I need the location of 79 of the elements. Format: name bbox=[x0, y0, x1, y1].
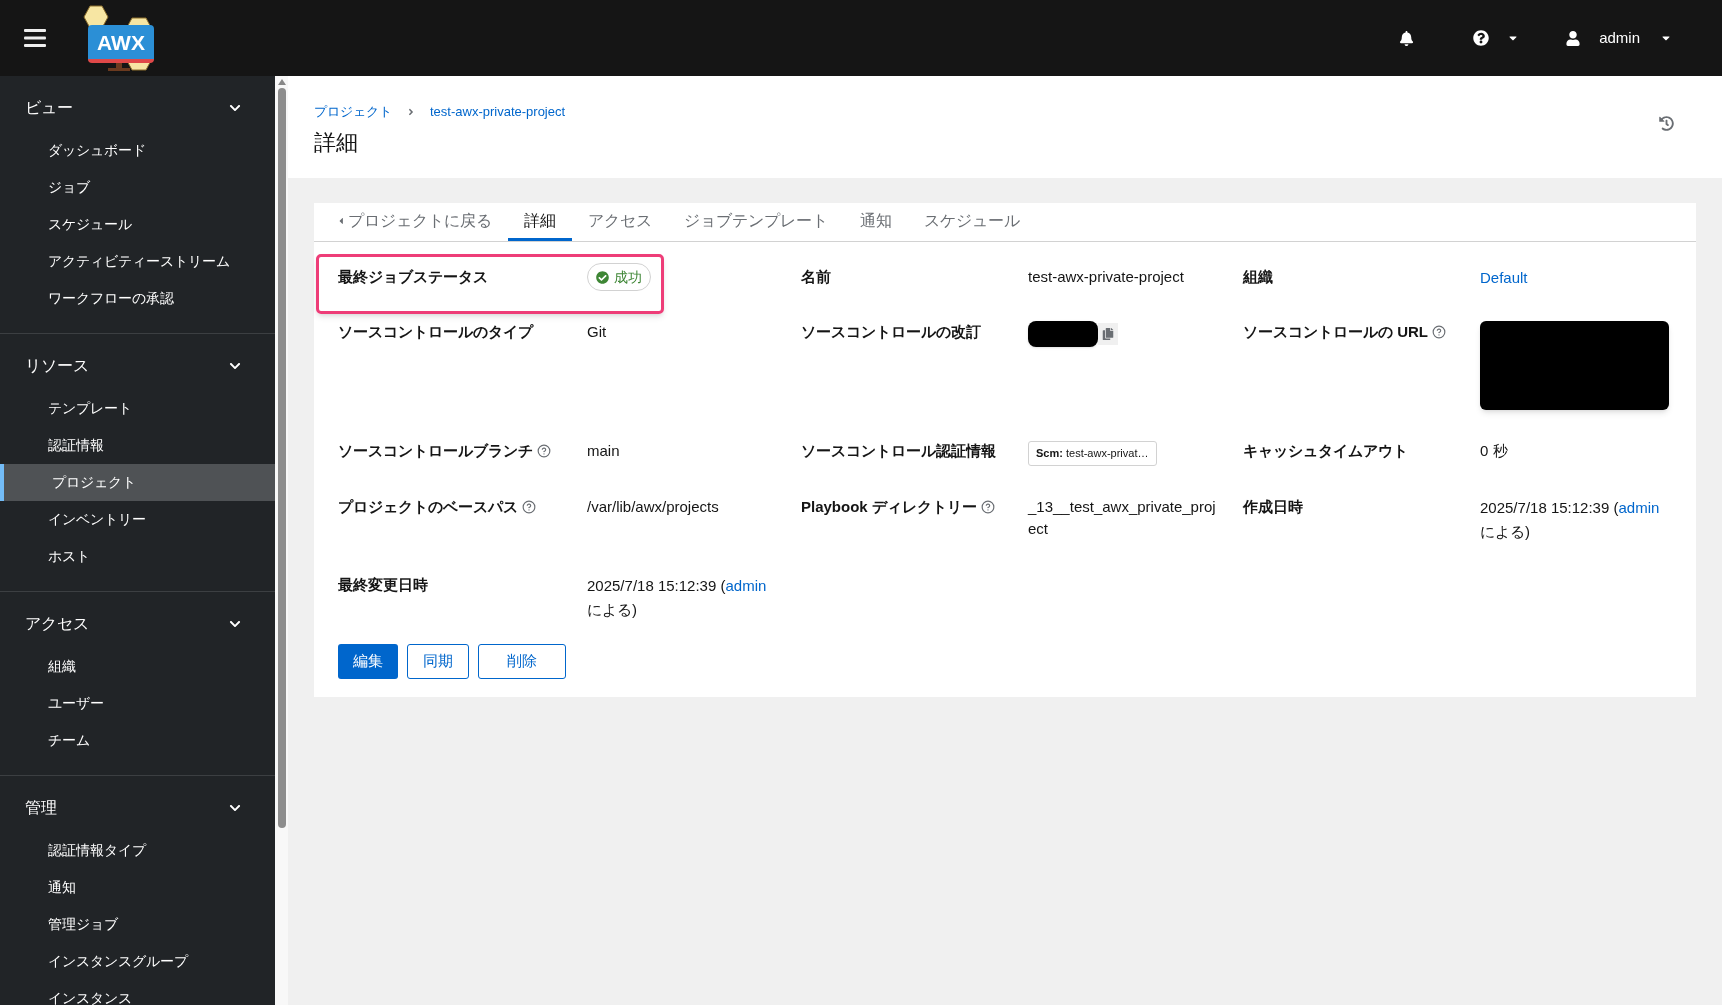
page-title: 詳細 bbox=[314, 128, 359, 157]
field-label: ソースコントロールのタイプ bbox=[338, 322, 533, 342]
nav-item[interactable]: 管理ジョブ bbox=[0, 906, 275, 943]
chevron-icon bbox=[229, 102, 241, 114]
field-label: ソースコントロールの URL bbox=[1243, 321, 1446, 344]
logo[interactable]: AWX bbox=[72, 2, 172, 74]
nav-group-toggle[interactable]: アクセス bbox=[0, 592, 275, 648]
field-label: プロジェクトのベースパス bbox=[338, 495, 536, 518]
tab[interactable]: 通知 bbox=[844, 203, 908, 241]
nav-item[interactable]: ワークフローの承認 bbox=[0, 280, 275, 317]
chevron-icon bbox=[229, 618, 241, 630]
tab[interactable]: ジョブテンプレート bbox=[668, 203, 844, 241]
field-value: 0 秒 bbox=[1480, 441, 1509, 461]
chevron-icon bbox=[229, 802, 241, 814]
nav-item[interactable]: 組織 bbox=[0, 648, 275, 685]
nav-item[interactable]: ユーザー bbox=[0, 685, 275, 722]
breadcrumb-link[interactable]: プロジェクト bbox=[314, 102, 392, 122]
nav-item[interactable]: スケジュール bbox=[0, 206, 275, 243]
nav-item[interactable]: インベントリー bbox=[0, 501, 275, 538]
help-icon[interactable] bbox=[537, 444, 551, 458]
breadcrumb-link[interactable]: test-awx-private-project bbox=[430, 102, 566, 122]
copy-button[interactable] bbox=[1098, 323, 1118, 345]
notification-bell-icon[interactable] bbox=[1399, 30, 1415, 46]
nav-group-toggle[interactable]: ビュー bbox=[0, 76, 275, 132]
tab[interactable]: 詳細 bbox=[508, 203, 572, 241]
help-icon[interactable] bbox=[522, 499, 536, 514]
nav-item[interactable]: ジョブ bbox=[0, 169, 275, 206]
nav-item[interactable]: 認証情報タイプ bbox=[0, 832, 275, 869]
primary-button[interactable]: 編集 bbox=[338, 643, 398, 679]
nav-item[interactable]: ダッシュボード bbox=[0, 132, 275, 169]
field-label: 名前 bbox=[801, 267, 831, 287]
field-label: ソースコントロールブランチ bbox=[338, 440, 551, 463]
field-label: ソースコントロール認証情報 bbox=[801, 441, 996, 461]
timestamp-text: 2025/7/18 15:12:39 (admin による) bbox=[587, 575, 768, 620]
chevron-icon bbox=[229, 360, 241, 372]
field-label: 作成日時 bbox=[1243, 496, 1303, 517]
tab[interactable]: アクセス bbox=[572, 203, 668, 241]
nav-group-toggle[interactable]: 管理 bbox=[0, 776, 275, 832]
redaction-block bbox=[1028, 321, 1098, 347]
credential-chip: Scm: test-awx-privat… bbox=[1028, 441, 1157, 466]
timestamp-text: 2025/7/18 15:12:39 (admin による) bbox=[1480, 497, 1661, 542]
nav-item[interactable]: チーム bbox=[0, 722, 275, 759]
field-label: 最終変更日時 bbox=[338, 574, 428, 595]
help-icon[interactable] bbox=[980, 499, 995, 514]
secondary-button[interactable]: 同期 bbox=[407, 643, 469, 679]
organization-link[interactable]: Default bbox=[1480, 269, 1528, 286]
nav-item[interactable]: ホスト bbox=[0, 538, 275, 575]
nav-item[interactable]: プロジェクト bbox=[0, 464, 275, 501]
nav-item[interactable]: アクティビティーストリーム bbox=[0, 243, 275, 280]
scrollbar[interactable] bbox=[275, 76, 288, 1005]
user-menu-button[interactable]: admin bbox=[1566, 26, 1672, 50]
nav-group-toggle[interactable]: リソース bbox=[0, 334, 275, 390]
nav-item[interactable]: インスタンスグループ bbox=[0, 943, 275, 980]
back-tab[interactable]: プロジェクトに戻る bbox=[332, 203, 508, 241]
nav-item[interactable]: 通知 bbox=[0, 869, 275, 906]
menu-button[interactable] bbox=[24, 28, 46, 48]
field-value: main bbox=[587, 441, 621, 461]
tab[interactable]: スケジュール bbox=[908, 203, 1036, 241]
field-label: 最終ジョブステータス bbox=[338, 267, 488, 287]
field-value: Git bbox=[587, 322, 608, 342]
chevron-right-icon bbox=[406, 106, 416, 117]
field-label: 組織 bbox=[1243, 267, 1273, 287]
nav-item[interactable]: 認証情報 bbox=[0, 427, 275, 464]
field-label: ソースコントロールの改訂 bbox=[801, 322, 981, 342]
user-link[interactable]: admin bbox=[725, 576, 767, 594]
field-value: test-awx-private-project bbox=[1028, 267, 1185, 287]
field-label: キャッシュタイムアウト bbox=[1243, 441, 1408, 461]
secondary-button[interactable]: 削除 bbox=[478, 643, 566, 679]
help-icon[interactable] bbox=[1432, 325, 1446, 339]
user-icon bbox=[1566, 30, 1581, 46]
history-icon[interactable] bbox=[1659, 116, 1674, 131]
copy-icon bbox=[1102, 328, 1114, 340]
help-icon bbox=[1473, 30, 1490, 46]
field-value: _13__test_awx_private_project bbox=[1028, 496, 1217, 539]
field-value: /var/lib/awx/projects bbox=[587, 496, 720, 517]
user-link[interactable]: admin bbox=[1618, 498, 1660, 516]
nav-item[interactable]: テンプレート bbox=[0, 390, 275, 427]
field-label: Playbook ディレクトリー bbox=[801, 495, 995, 518]
nav-item[interactable]: インスタンス bbox=[0, 980, 275, 1005]
